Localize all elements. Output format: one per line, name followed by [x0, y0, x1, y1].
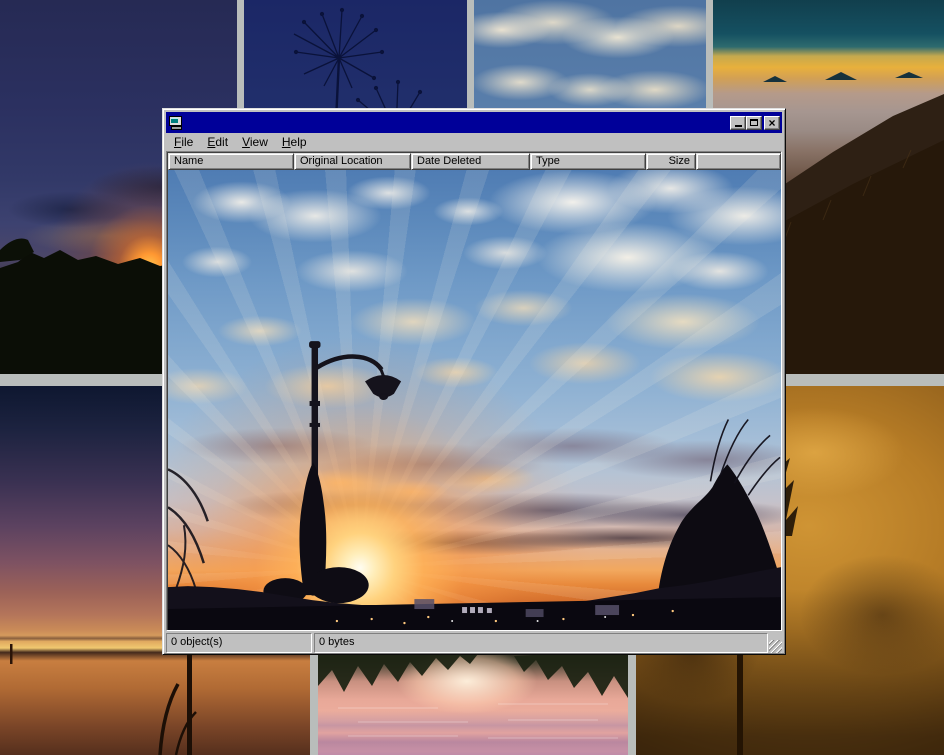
menu-edit[interactable]: Edit [200, 134, 235, 150]
monitor-base [171, 126, 182, 130]
status-bar: 0 object(s) 0 bytes [166, 633, 782, 653]
minimize-icon [735, 125, 742, 127]
column-header-name[interactable]: Name [168, 153, 294, 170]
monitor-shape [169, 116, 182, 126]
menu-bar: File Edit View Help [166, 133, 782, 151]
maximize-icon [750, 119, 758, 126]
close-icon: × [768, 118, 775, 128]
sunset-silhouettes [168, 170, 781, 630]
column-header-original-location[interactable]: Original Location [294, 153, 411, 170]
monitor-screen [171, 118, 178, 123]
recycle-bin-window: × File Edit View Help Name Original Loca… [162, 108, 786, 655]
menu-help[interactable]: Help [275, 134, 314, 150]
resize-grip-icon[interactable] [769, 640, 782, 653]
menu-file[interactable]: File [167, 134, 200, 150]
list-viewport-sunset-wallpaper[interactable] [168, 170, 781, 630]
minimize-button[interactable] [730, 116, 746, 130]
file-list-area: Name Original Location Date Deleted Type… [166, 151, 782, 631]
window-controls: × [730, 116, 780, 130]
column-headers: Name Original Location Date Deleted Type… [168, 153, 781, 170]
column-header-empty[interactable] [696, 153, 781, 170]
column-header-size[interactable]: Size [646, 153, 696, 170]
desktop-gallery-background: × File Edit View Help Name Original Loca… [0, 0, 944, 755]
column-header-type[interactable]: Type [530, 153, 646, 170]
window-titlebar[interactable]: × [166, 112, 782, 133]
status-object-count: 0 object(s) [166, 633, 312, 653]
column-header-date-deleted[interactable]: Date Deleted [411, 153, 530, 170]
status-bytes: 0 bytes [314, 633, 768, 653]
maximize-button[interactable] [746, 116, 762, 130]
close-button[interactable]: × [764, 116, 780, 130]
computer-icon [168, 115, 184, 131]
menu-view[interactable]: View [235, 134, 275, 150]
